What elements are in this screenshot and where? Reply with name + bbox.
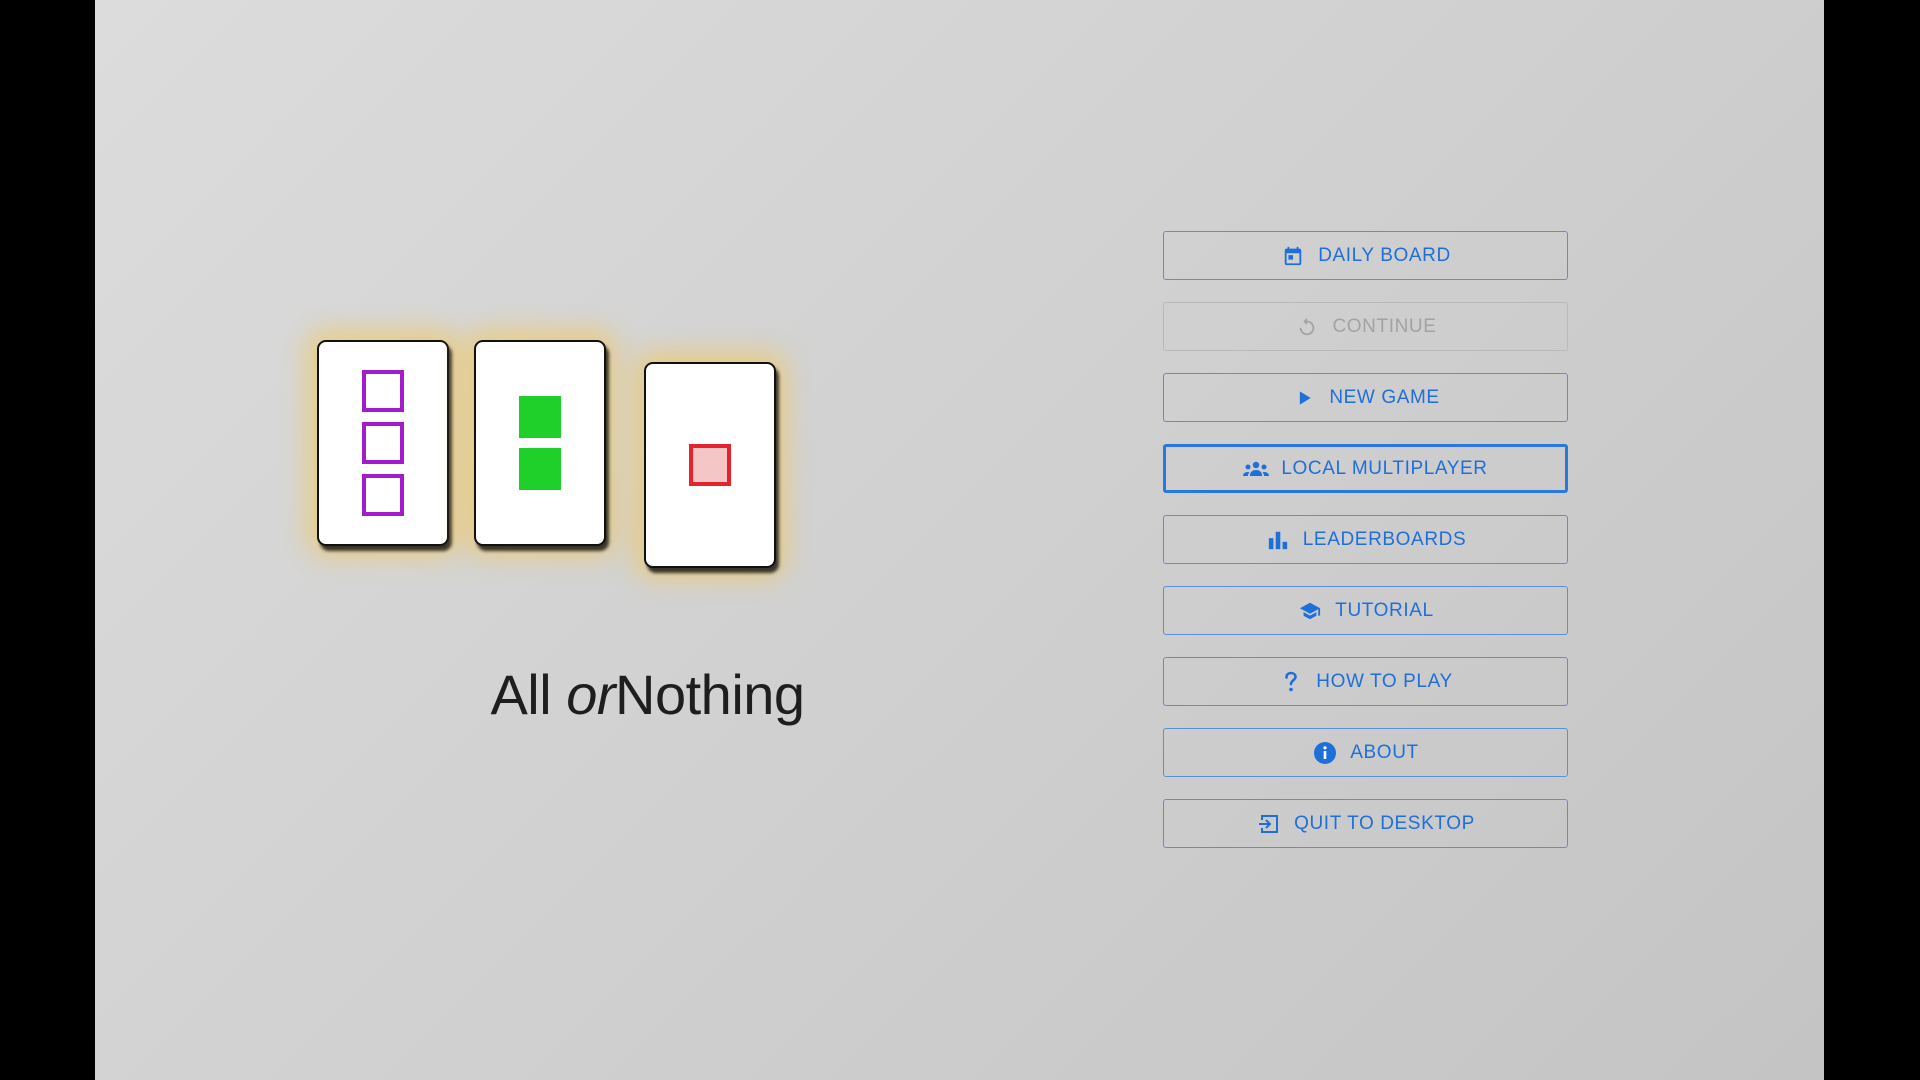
question-icon [1278, 669, 1304, 695]
main-menu: DAILY BOARD CONTINUE NEW GAME LOCAL MULT… [1163, 231, 1568, 870]
quit-to-desktop-button[interactable]: QUIT TO DESKTOP [1163, 799, 1568, 848]
tutorial-button[interactable]: TUTORIAL [1163, 586, 1568, 635]
logo-card-purple [317, 340, 449, 546]
daily-board-label: DAILY BOARD [1318, 244, 1451, 266]
about-button[interactable]: ABOUT [1163, 728, 1568, 777]
title-nothing: Nothing [615, 663, 805, 726]
continue-button[interactable]: CONTINUE [1163, 302, 1568, 351]
outline-square-icon [362, 474, 404, 516]
local-multiplayer-button[interactable]: LOCAL MULTIPLAYER [1163, 444, 1568, 493]
bar-chart-icon [1265, 527, 1291, 553]
title-or: or [566, 663, 616, 726]
logo-card-green [474, 340, 606, 546]
leaderboards-label: LEADERBOARDS [1302, 528, 1467, 550]
filled-square-icon [519, 396, 561, 438]
card-shapes [476, 342, 604, 544]
quit-to-desktop-label: QUIT TO DESKTOP [1294, 812, 1475, 834]
new-game-label: NEW GAME [1329, 386, 1440, 408]
how-to-play-label: HOW TO PLAY [1316, 670, 1453, 692]
local-multiplayer-label: LOCAL MULTIPLAYER [1281, 457, 1488, 479]
card-shapes [646, 364, 774, 566]
main-menu-screen: All orNothing DAILY BOARD CONTINUE NEW G… [95, 0, 1824, 1080]
restart-icon [1294, 314, 1320, 340]
new-game-button[interactable]: NEW GAME [1163, 373, 1568, 422]
play-icon [1291, 385, 1317, 411]
continue-label: CONTINUE [1332, 315, 1437, 337]
graduation-cap-icon [1297, 598, 1323, 624]
card-shapes [319, 342, 447, 544]
outline-square-icon [362, 370, 404, 412]
how-to-play-button[interactable]: HOW TO PLAY [1163, 657, 1568, 706]
info-icon [1312, 740, 1338, 766]
group-icon [1243, 456, 1270, 482]
leaderboards-button[interactable]: LEADERBOARDS [1163, 515, 1568, 564]
filled-square-icon [519, 448, 561, 490]
game-title: All orNothing [370, 662, 925, 727]
shaded-square-icon [689, 444, 731, 486]
about-label: ABOUT [1350, 741, 1419, 763]
calendar-icon [1280, 243, 1306, 269]
exit-icon [1256, 811, 1282, 837]
logo-card-red [644, 362, 776, 568]
title-all: All [490, 663, 552, 726]
outline-square-icon [362, 422, 404, 464]
tutorial-label: TUTORIAL [1335, 599, 1434, 621]
daily-board-button[interactable]: DAILY BOARD [1163, 231, 1568, 280]
